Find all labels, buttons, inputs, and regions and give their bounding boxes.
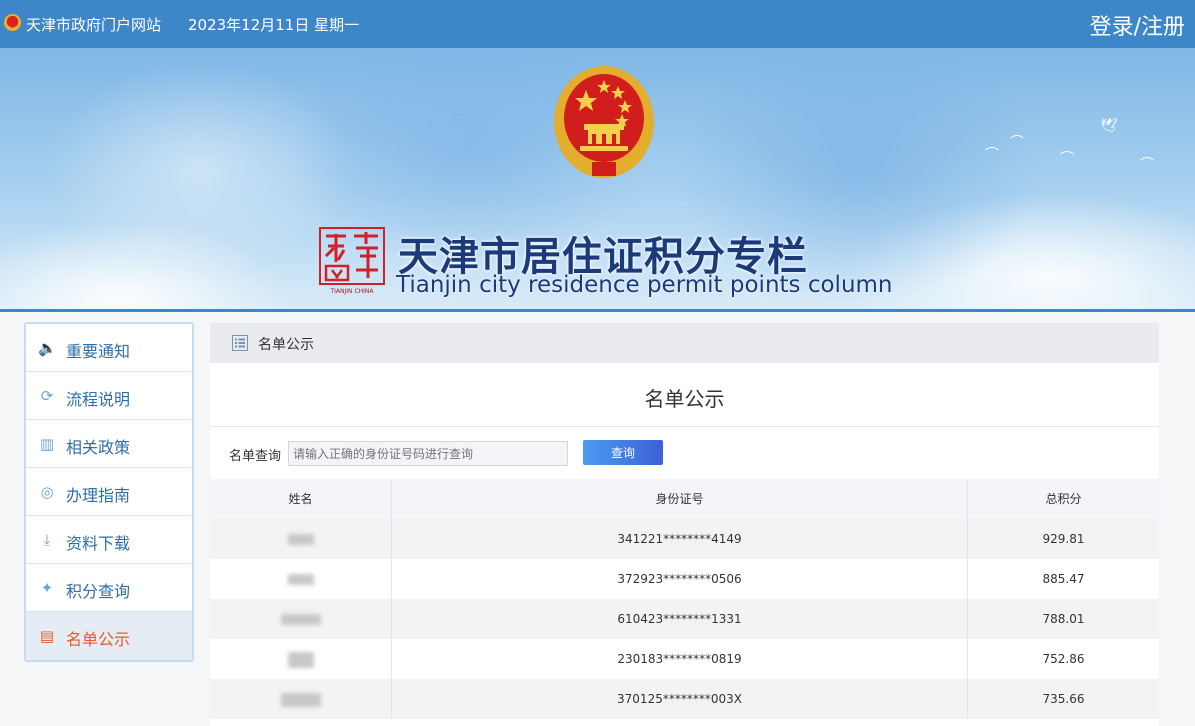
sidebar-item-label: 名单公示 bbox=[66, 630, 131, 649]
tianjin-seal-logo: TIANJIN CHINA bbox=[319, 227, 385, 295]
divider bbox=[210, 426, 1159, 427]
table-row: 372923********0506 885.47 bbox=[210, 559, 1159, 599]
sidebar-item-label: 流程说明 bbox=[66, 390, 131, 409]
banner-divider bbox=[0, 309, 1195, 312]
sidebar-item-points-query[interactable]: ✦ 积分查询 bbox=[26, 564, 192, 612]
dove-icon: ⌒ bbox=[1010, 135, 1024, 151]
score-cell: 735.66 bbox=[1042, 692, 1085, 706]
dove-icon: ⌒ bbox=[1140, 157, 1154, 173]
name-cell-blurred bbox=[210, 639, 391, 679]
score-cell: 929.81 bbox=[1042, 532, 1085, 546]
national-emblem-icon bbox=[4, 14, 21, 31]
column-header-score: 总积分 bbox=[1045, 492, 1082, 506]
score-cell: 752.86 bbox=[1042, 652, 1085, 666]
table-row: 341221********4149 929.81 bbox=[210, 519, 1159, 559]
name-cell-blurred bbox=[210, 679, 391, 719]
compass-icon: ◎ bbox=[40, 483, 54, 501]
table-row: 230183********0819 752.86 bbox=[210, 639, 1159, 679]
id-cell: 372923********0506 bbox=[391, 559, 968, 599]
speaker-icon: 🔈 bbox=[38, 339, 57, 357]
list-box-icon: ▤ bbox=[39, 627, 55, 645]
current-date: 2023年12月11日 星期一 bbox=[188, 16, 360, 34]
svg-text:TIANJIN CHINA: TIANJIN CHINA bbox=[329, 288, 374, 295]
sidebar-item-label: 资料下载 bbox=[66, 534, 131, 553]
id-search-input[interactable] bbox=[288, 441, 568, 466]
name-cell-blurred bbox=[210, 519, 391, 559]
table-header-row: 姓名 身份证号 总积分 bbox=[210, 479, 1159, 519]
sidebar-item-list-publicity[interactable]: ▤ 名单公示 bbox=[26, 612, 192, 660]
sidebar-item-label: 重要通知 bbox=[66, 342, 131, 361]
national-emblem-icon bbox=[554, 66, 654, 178]
flow-icon: ⟳ bbox=[40, 387, 54, 405]
name-cell-blurred bbox=[210, 599, 391, 639]
section-header: 名单公示 bbox=[210, 323, 1159, 363]
sidebar-item-important-notice[interactable]: 🔈 重要通知 bbox=[26, 324, 192, 372]
dove-icon: 🕊 bbox=[1100, 118, 1118, 134]
book-icon: ▥ bbox=[39, 435, 55, 453]
page-title: 名单公示 bbox=[644, 387, 725, 411]
sidebar-item-download[interactable]: ⤓ 资料下载 bbox=[26, 516, 192, 564]
top-bar: 天津市政府门户网站 2023年12月11日 星期一 登录/注册 bbox=[0, 0, 1195, 48]
list-icon bbox=[232, 335, 248, 351]
query-label: 名单查询 bbox=[229, 449, 282, 464]
sidebar-item-label: 相关政策 bbox=[66, 438, 131, 457]
sidebar-nav: 🔈 重要通知 ⟳ 流程说明 ▥ 相关政策 ◎ 办理指南 ⤓ 资料下载 ✦ 积分查… bbox=[24, 322, 194, 662]
column-header-name: 姓名 bbox=[288, 492, 313, 506]
table-row: 370125********003X 735.66 bbox=[210, 679, 1159, 719]
breadcrumb: 名单公示 bbox=[258, 337, 314, 353]
id-cell: 610423********1331 bbox=[391, 599, 968, 639]
dove-icon: ⌒ bbox=[1060, 151, 1074, 167]
dove-icon: ⌒ bbox=[985, 147, 999, 163]
banner-subtitle: Tianjin city residence permit points col… bbox=[396, 272, 893, 298]
banner: 🕊 ⌒ ⌒ ⌒ ⌒ TIANJIN CHINA 天津市居住证积分专栏 Tianj… bbox=[0, 48, 1195, 310]
content-panel: 名单公示 名单查询 查询 姓名 身份证号 总积分 341221********4… bbox=[210, 363, 1159, 726]
column-header-id: 身份证号 bbox=[391, 479, 968, 519]
score-cell: 788.01 bbox=[1042, 612, 1085, 626]
query-button[interactable]: 查询 bbox=[583, 440, 663, 465]
search-points-icon: ✦ bbox=[40, 579, 54, 597]
score-cell: 885.47 bbox=[1042, 572, 1085, 586]
site-name-link[interactable]: 天津市政府门户网站 bbox=[26, 14, 161, 35]
id-cell: 341221********4149 bbox=[391, 519, 968, 559]
sidebar-item-label: 积分查询 bbox=[66, 582, 131, 601]
sidebar-item-policy[interactable]: ▥ 相关政策 bbox=[26, 420, 192, 468]
name-cell-blurred bbox=[210, 559, 391, 599]
table-row: 610423********1331 788.01 bbox=[210, 599, 1159, 639]
sidebar-item-guide[interactable]: ◎ 办理指南 bbox=[26, 468, 192, 516]
download-icon: ⤓ bbox=[43, 531, 51, 549]
id-cell: 370125********003X bbox=[391, 679, 968, 719]
sidebar-item-process[interactable]: ⟳ 流程说明 bbox=[26, 372, 192, 420]
id-cell: 230183********0819 bbox=[391, 639, 968, 679]
login-register-link[interactable]: 登录/注册 bbox=[1090, 9, 1185, 41]
sidebar-item-label: 办理指南 bbox=[66, 486, 131, 505]
